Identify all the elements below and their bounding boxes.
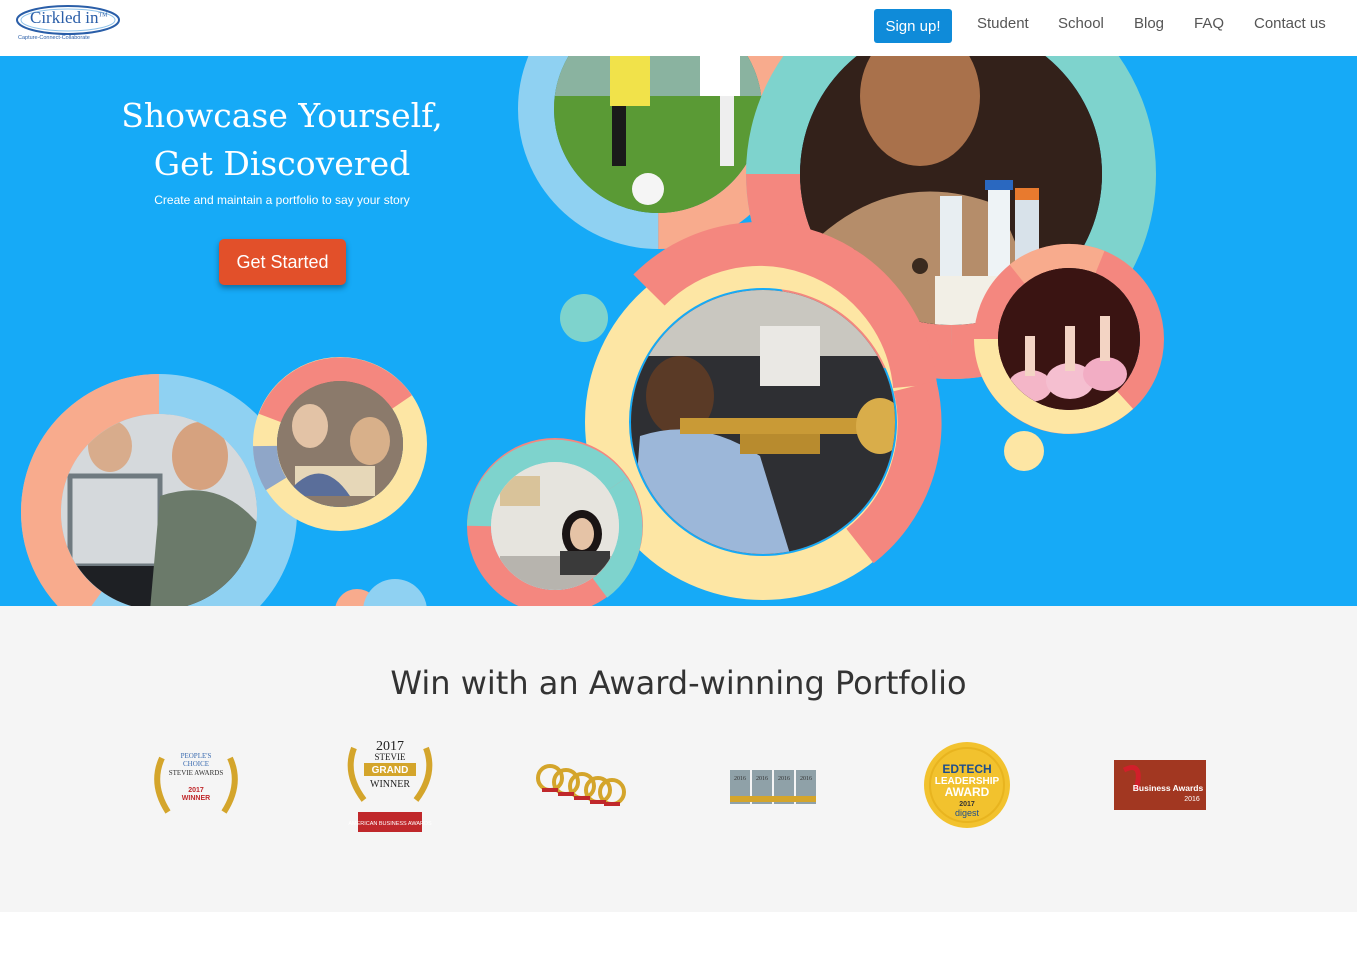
engineers-photo-circle: [20, 374, 297, 606]
business-awards-2016-icon: Business Awards 2016: [1114, 760, 1206, 810]
svg-text:WINNER: WINNER: [182, 795, 210, 802]
decorative-dot-yellow: [1004, 431, 1044, 471]
svg-text:2017: 2017: [188, 787, 204, 794]
logo-wordmark: Cirkled inTM: [30, 8, 108, 27]
page-footer-area: [0, 912, 1357, 954]
nav-link-school[interactable]: School: [1058, 15, 1104, 32]
svg-text:CHOICE: CHOICE: [183, 760, 209, 768]
stevie-winner-stack-icon: [536, 764, 626, 806]
svg-text:2017: 2017: [959, 801, 975, 808]
chess-photo-circle: [253, 357, 427, 531]
svg-text:EDTECH: EDTECH: [942, 762, 991, 776]
decorative-dot-teal: [560, 294, 608, 342]
logo-tagline: Capture-Connect-Collaborate: [18, 35, 90, 41]
decorative-dot-light-blue: [363, 579, 427, 606]
get-started-button[interactable]: Get Started: [219, 239, 346, 285]
nav-link-student[interactable]: Student: [977, 15, 1029, 32]
stevie-2016-awards-icon: 2016 2016 2016 2016: [730, 770, 816, 804]
svg-text:STEVIE AWARDS: STEVIE AWARDS: [169, 769, 224, 777]
hero-subtitle: Create and maintain a portfolio to say y…: [154, 193, 410, 207]
trumpet-photo-circle: [585, 222, 942, 600]
peoples-choice-stevie-award-icon: PEOPLE'S CHOICE STEVIE AWARDS 2017 WINNE…: [154, 752, 238, 814]
nav-link-faq[interactable]: FAQ: [1194, 15, 1224, 32]
svg-text:2016: 2016: [734, 776, 746, 782]
top-navbar: Cirkled inTM Capture-Connect-Collaborate…: [0, 0, 1357, 56]
edtech-leadership-award-icon: EDTECH LEADERSHIP AWARD 2017 digest: [924, 742, 1010, 828]
svg-text:digest: digest: [955, 808, 980, 818]
svg-text:WINNER: WINNER: [370, 779, 410, 790]
svg-text:Business Awards: Business Awards: [1133, 783, 1204, 793]
nav-link-contact[interactable]: Contact us: [1254, 15, 1326, 32]
svg-text:AMERICAN BUSINESS AWARDS: AMERICAN BUSINESS AWARDS: [348, 821, 432, 827]
soccer-photo-circle: [518, 56, 798, 249]
hero-title-line-1: Showcase Yourself,: [121, 96, 443, 135]
nav-link-blog[interactable]: Blog: [1134, 15, 1164, 32]
svg-text:2016: 2016: [800, 776, 812, 782]
svg-text:PEOPLE'S: PEOPLE'S: [181, 752, 212, 760]
laptop-girl-photo-circle: [467, 438, 643, 606]
stevie-grand-winner-icon: 2017 STEVIE GRAND WINNER AMERICAN BUSINE…: [347, 739, 433, 832]
awards-heading: Win with an Award-winning Portfolio: [390, 664, 967, 702]
svg-text:STEVIE: STEVIE: [375, 752, 406, 762]
signup-button[interactable]: Sign up!: [874, 9, 952, 43]
hero-section: Showcase Yourself, Get Discovered Create…: [0, 56, 1357, 606]
svg-text:2016: 2016: [756, 776, 768, 782]
svg-text:2016: 2016: [778, 776, 790, 782]
hero-title-line-2: Get Discovered: [153, 144, 411, 183]
svg-text:2016: 2016: [1184, 796, 1200, 803]
svg-text:AWARD: AWARD: [945, 785, 990, 799]
awards-section: Win with an Award-winning Portfolio PEOP…: [0, 606, 1357, 912]
brand-logo[interactable]: Cirkled inTM Capture-Connect-Collaborate: [14, 2, 122, 44]
ballet-photo-circle: [974, 243, 1164, 434]
svg-text:GRAND: GRAND: [372, 765, 409, 776]
